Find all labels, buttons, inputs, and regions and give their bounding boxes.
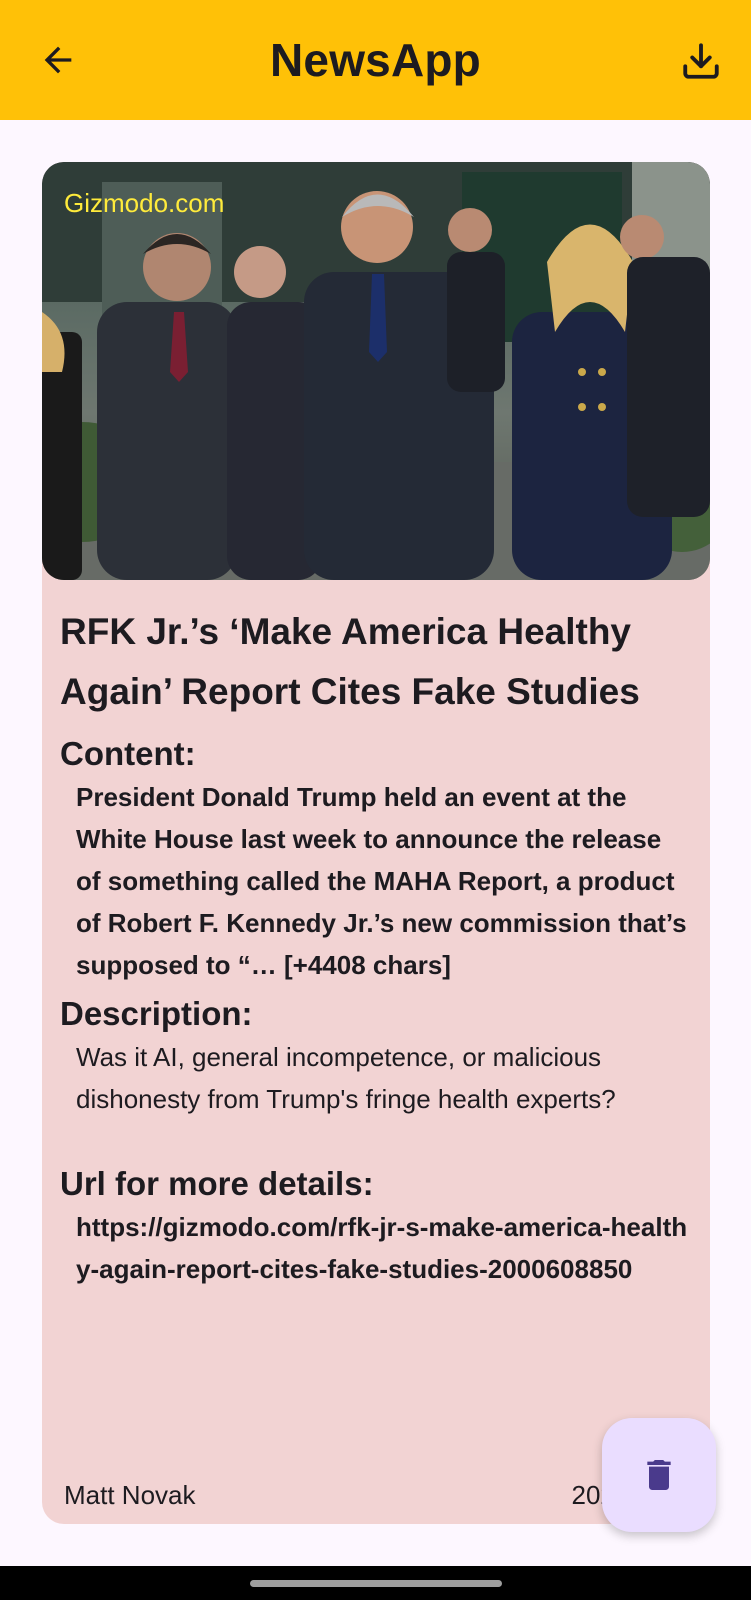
news-photo xyxy=(42,162,710,580)
system-navigation-bar xyxy=(0,1566,751,1600)
article-card[interactable]: Gizmodo.com RFK Jr.’s ‘Make America Heal… xyxy=(42,162,710,1524)
delete-icon xyxy=(647,1460,671,1490)
download-button[interactable] xyxy=(678,38,724,84)
article-content: President Donald Trump held an event at … xyxy=(76,782,687,980)
article-url-link[interactable]: https://gizmodo.com/rfk-jr-s-make-americ… xyxy=(60,1206,692,1290)
back-button[interactable] xyxy=(36,38,80,82)
article-image: Gizmodo.com xyxy=(42,162,710,580)
article-source: Gizmodo.com xyxy=(64,188,225,218)
download-icon xyxy=(683,43,719,79)
article-title: RFK Jr.’s ‘Make America Healthy Again’ R… xyxy=(60,611,640,712)
app-title: NewsApp xyxy=(270,34,481,86)
delete-button[interactable] xyxy=(602,1418,716,1532)
content-label: Content: xyxy=(60,735,196,772)
home-gesture-handle[interactable] xyxy=(250,1580,502,1587)
arrow-back-icon xyxy=(44,46,72,74)
app-bar: NewsApp xyxy=(0,0,751,120)
article-author: Matt Novak xyxy=(64,1480,196,1510)
article-details: RFK Jr.’s ‘Make America Healthy Again’ R… xyxy=(42,580,710,1290)
url-label: Url for more details: xyxy=(60,1165,374,1202)
description-label: Description: xyxy=(60,995,253,1032)
article-description: Was it AI, general incompetence, or mali… xyxy=(76,1042,616,1114)
